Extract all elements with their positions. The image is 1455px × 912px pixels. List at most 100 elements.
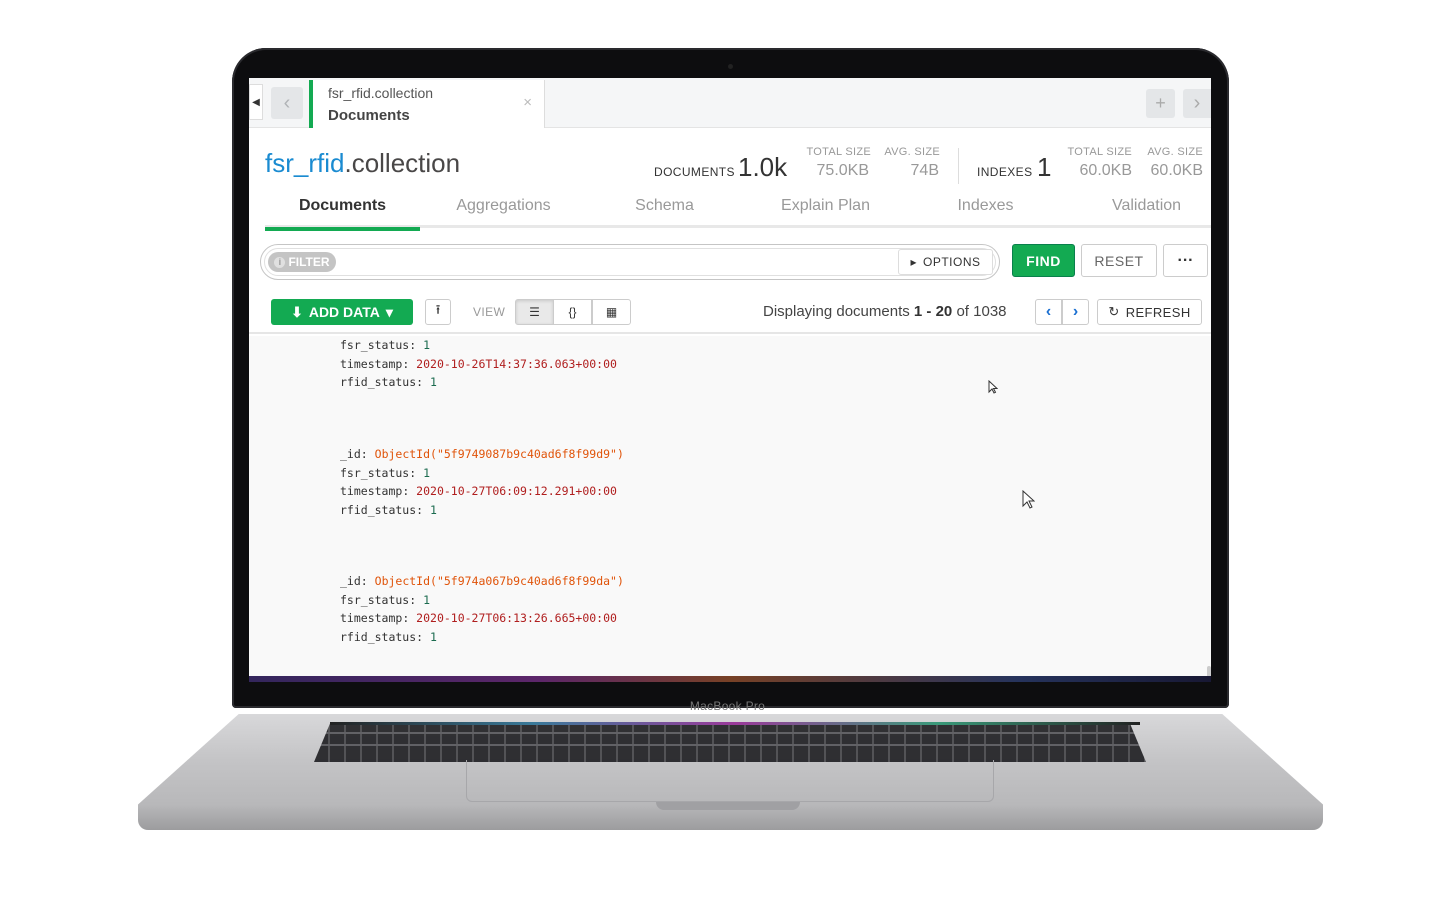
app-screen: ◀ ‹ fsr_rfid.collection Documents × + › … (249, 78, 1211, 676)
close-icon[interactable]: × (523, 94, 532, 111)
field-value[interactable]: 2020-10-26T14:37:36.063+00:00 (416, 357, 617, 371)
collection-name: .collection (344, 148, 461, 178)
filter-label-text: FILTER (288, 255, 330, 269)
field-key: timestamp (340, 611, 403, 625)
field-row: timestamp: 2020-10-27T06:09:12.291+00:00 (340, 484, 617, 498)
collapse-sidebar-button[interactable]: ◀ (249, 84, 263, 120)
tab-collection-documents[interactable]: fsr_rfid.collection Documents × (309, 80, 545, 128)
field-row: fsr_status: 1 (340, 465, 431, 480)
tab-explain-plan[interactable]: Explain Plan (748, 197, 903, 228)
doc-avg-size-label: AVG. SIZE (884, 146, 940, 158)
scrollbar[interactable] (1207, 666, 1211, 676)
field-key: fsr_status (340, 592, 410, 607)
download-icon: ⬇ (291, 303, 303, 320)
collection-subtabs: Documents Aggregations Schema Explain Pl… (265, 190, 1211, 231)
reset-button[interactable]: RESET (1081, 244, 1157, 277)
tab-aggregations[interactable]: Aggregations (426, 197, 581, 228)
touch-bar (330, 722, 1140, 725)
display-of: of (952, 303, 974, 320)
tab-schema[interactable]: Schema (587, 197, 742, 228)
screen-bezel-glow (249, 676, 1211, 682)
view-label: VIEW (473, 305, 506, 319)
field-value[interactable]: ObjectId("5f9749087b9c40ad6f8f99d9") (375, 447, 624, 461)
documents-label: DOCUMENTS (654, 165, 735, 179)
document-card[interactable]: _id: ObjectId("5f9749087b9c40ad6f8f99d9"… (340, 445, 624, 519)
device-label: MacBook Pro (689, 699, 766, 713)
prev-page-button[interactable]: ‹ (1035, 299, 1062, 325)
chevron-left-icon: ‹ (1045, 303, 1052, 320)
field-key: _id (340, 574, 361, 588)
document-card[interactable]: _id: ObjectId("5f974a067b9c40ad6f8f99da"… (340, 572, 624, 646)
caret-right-icon: ▸ (910, 255, 917, 269)
field-value[interactable]: 1 (430, 503, 437, 517)
json-view-button[interactable]: {} (553, 299, 592, 325)
filter-label: i FILTER (268, 252, 336, 272)
field-key: _id (340, 447, 361, 461)
database-link[interactable]: fsr_rfid (265, 148, 344, 178)
display-total: 1038 (973, 303, 1007, 320)
caret-down-icon: ▾ (385, 303, 393, 320)
documents-toolbar: ⬇ ADD DATA ▾ ⭱ VIEW ☰ {} ▦ Displaying do… (249, 294, 1211, 334)
field-row: fsr_status: 1 (340, 338, 431, 352)
options-button[interactable]: ▸ OPTIONS (898, 249, 993, 275)
tab-namespace: fsr_rfid.collection (328, 85, 434, 101)
field-row: timestamp: 2020-10-26T14:37:36.063+00:00 (340, 356, 617, 371)
idx-avg-size-label: AVG. SIZE (1147, 146, 1203, 158)
refresh-label: REFRESH (1125, 304, 1191, 320)
filter-input[interactable] (264, 248, 996, 276)
export-upload-button[interactable]: ⭱ (425, 299, 451, 325)
field-value[interactable]: 1 (423, 466, 430, 480)
trackpad (466, 760, 994, 802)
tab-subtitle: Documents (328, 107, 410, 124)
list-icon: ☰ (529, 305, 540, 319)
field-value[interactable]: 2020-10-27T06:09:12.291+00:00 (416, 484, 617, 498)
tab-forward-button[interactable]: › (1183, 89, 1211, 118)
add-data-button[interactable]: ⬇ ADD DATA ▾ (271, 299, 413, 325)
idx-avg-size: 60.0KB (1150, 162, 1203, 179)
field-value[interactable]: 1 (430, 630, 437, 644)
more-options-button[interactable]: ··· (1163, 244, 1208, 277)
tab-bar: ◀ ‹ fsr_rfid.collection Documents × + › (249, 78, 1211, 128)
documents-count: 1.0k (738, 152, 788, 182)
stats-divider (958, 148, 959, 184)
new-tab-button[interactable]: + (1146, 89, 1175, 118)
options-label: OPTIONS (923, 255, 981, 269)
field-key: fsr_status (340, 465, 410, 480)
doc-total-size-label: TOTAL SIZE (806, 146, 871, 158)
field-value[interactable]: 1 (423, 593, 430, 607)
document-list: fsr_status: 1 timestamp: 2020-10-26T14:3… (249, 336, 1211, 676)
display-prefix: Displaying documents (763, 303, 914, 320)
table-view-button[interactable]: ▦ (592, 299, 631, 325)
table-icon: ▦ (605, 305, 618, 319)
tab-validation[interactable]: Validation (1069, 197, 1211, 228)
next-page-button[interactable]: › (1062, 299, 1089, 325)
field-value[interactable]: 1 (423, 338, 430, 352)
tab-back-button[interactable]: ‹ (271, 87, 303, 119)
refresh-icon: ↻ (1108, 304, 1120, 319)
add-data-label: ADD DATA (308, 304, 380, 320)
field-key: fsr_status (340, 338, 410, 352)
field-value[interactable]: 2020-10-27T06:13:26.665+00:00 (416, 611, 617, 625)
doc-total-size: 75.0KB (816, 162, 869, 179)
field-key: timestamp (340, 484, 403, 498)
field-value[interactable]: ObjectId("5f974a067b9c40ad6f8f99da") (375, 574, 624, 588)
find-button[interactable]: FIND (1012, 244, 1075, 277)
info-icon[interactable]: i (274, 256, 286, 268)
braces-icon: {} (568, 305, 577, 319)
field-row: _id: ObjectId("5f9749087b9c40ad6f8f99d9"… (340, 447, 624, 461)
tab-documents[interactable]: Documents (265, 197, 420, 231)
lid-notch (656, 802, 800, 810)
field-row: rfid_status: 1 (340, 502, 437, 517)
pagination-info: Displaying documents 1 - 20 of 1038 (763, 303, 1007, 320)
tab-indexes[interactable]: Indexes (908, 197, 1063, 228)
collection-title: fsr_rfid.collection (265, 148, 460, 179)
document-card[interactable]: fsr_status: 1 timestamp: 2020-10-26T14:3… (340, 336, 617, 392)
field-row: _id: ObjectId("5f974a067b9c40ad6f8f99da"… (340, 574, 624, 588)
display-range: 1 - 20 (913, 303, 953, 320)
upload-icon: ⭱ (435, 302, 441, 317)
field-value[interactable]: 1 (430, 375, 437, 389)
refresh-button[interactable]: ↻ REFRESH (1097, 299, 1202, 325)
list-view-button[interactable]: ☰ (515, 299, 554, 325)
filter-bar[interactable]: i FILTER ▸ OPTIONS (260, 244, 1000, 280)
keyboard (314, 722, 1146, 762)
